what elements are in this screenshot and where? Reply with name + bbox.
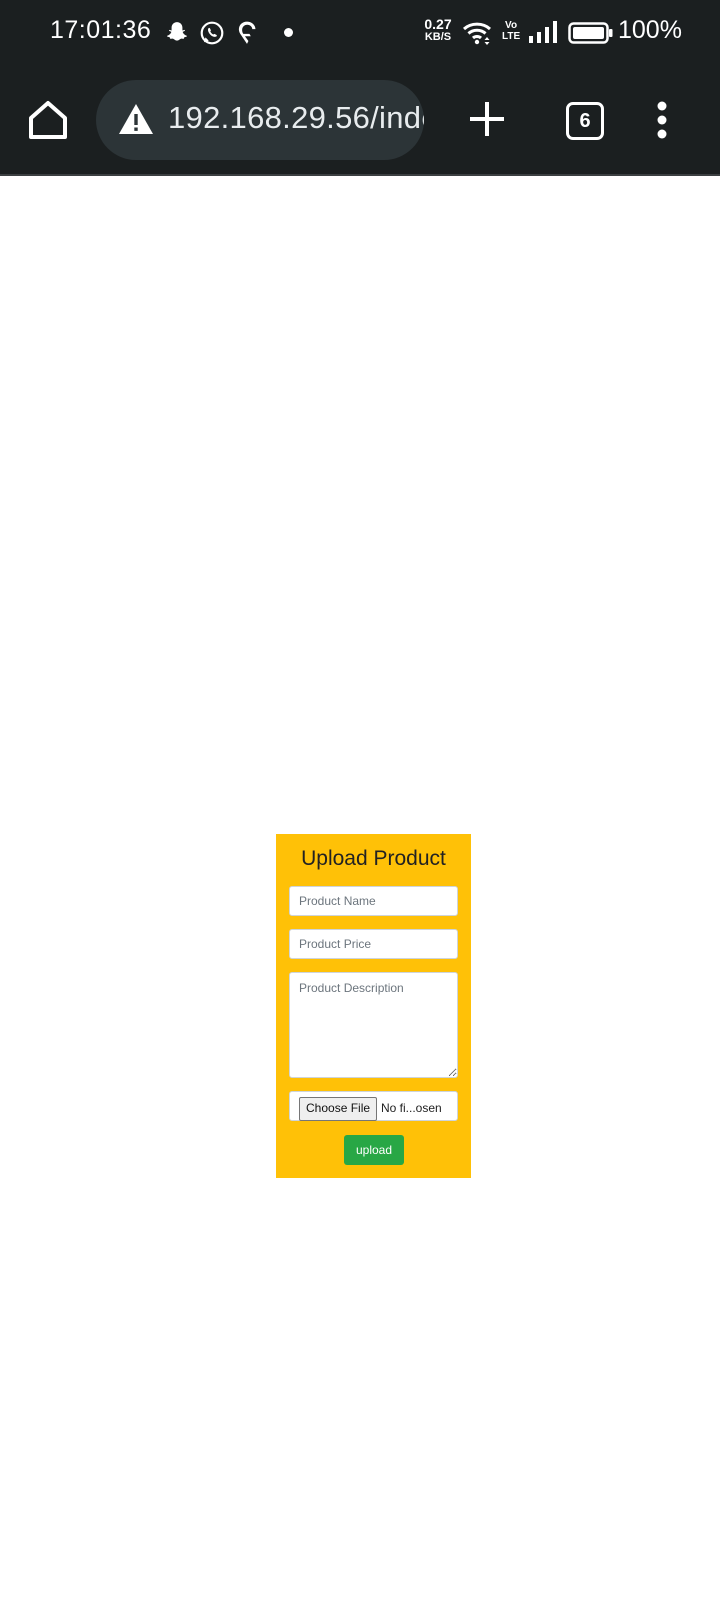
file-input[interactable]: Choose File No fi...osen [289,1091,458,1121]
status-time: 17:01:36 [50,16,152,44]
notification-dot-icon [284,28,293,37]
upload-product-form: Upload Product Choose File No fi...osen … [276,834,471,1178]
file-status-text: No fi...osen [381,1101,442,1115]
product-description-input[interactable] [289,972,458,1078]
tab-switcher-button[interactable]: 6 [566,102,604,140]
form-title: Upload Product [301,847,446,870]
product-name-input[interactable] [289,886,458,916]
battery-icon [568,22,613,44]
browser-toolbar: 192.168.29.56/index.php 6 [0,64,720,176]
volte-icon: Vo LTE [502,20,521,42]
wifi-icon [462,22,492,45]
warning-icon[interactable] [118,102,154,136]
product-price-input[interactable] [289,929,458,959]
address-bar[interactable]: 192.168.29.56/index.php [96,80,424,160]
new-tab-icon[interactable] [466,98,508,140]
cell-signal-icon [529,21,557,43]
whatsapp-icon [200,21,224,45]
more-options-icon[interactable] [656,100,668,140]
url-text[interactable]: 192.168.29.56/index.php [168,100,424,136]
choose-file-button[interactable]: Choose File [299,1097,378,1121]
status-bar: 17:01:36 0.27 KB/S Vo LTE 100% [0,0,720,64]
network-speed: 0.27 KB/S [424,16,452,43]
upload-button[interactable]: upload [344,1135,404,1165]
battery-percent: 100% [618,16,682,44]
home-icon[interactable] [26,98,70,142]
snapchat-icon [167,22,187,41]
swiggy-icon [238,21,256,44]
